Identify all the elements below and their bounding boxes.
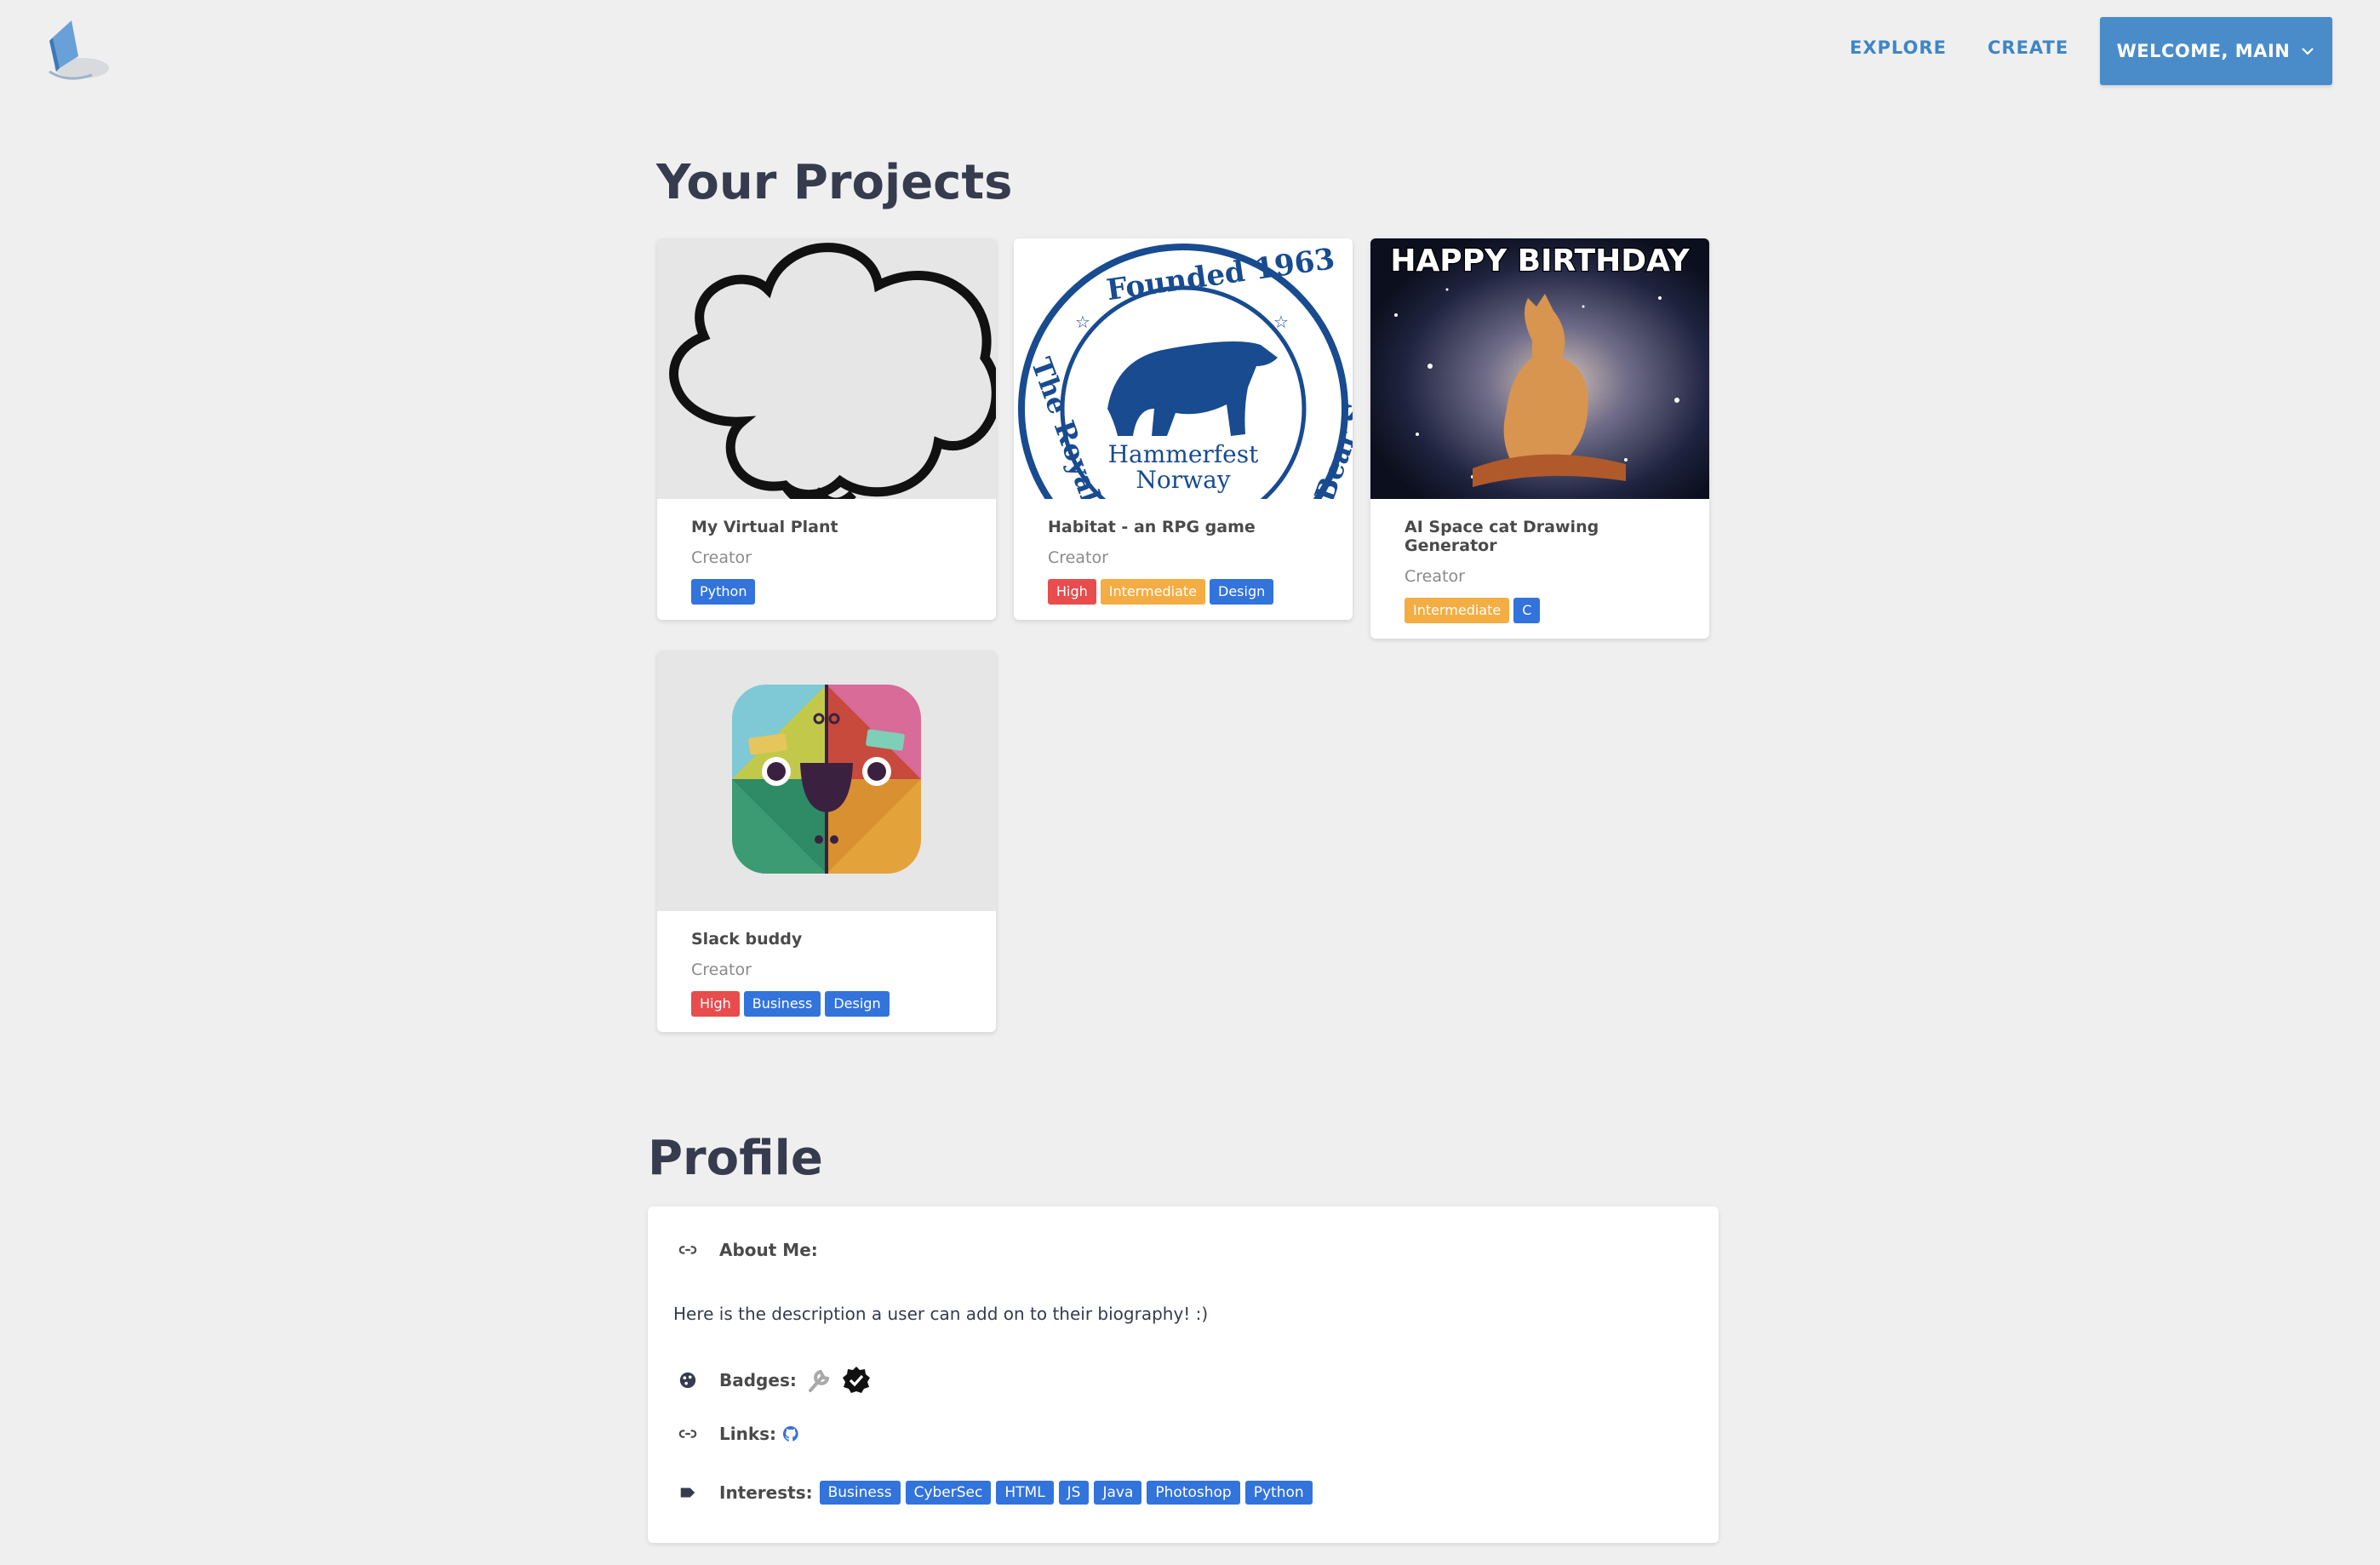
tag: Design bbox=[825, 991, 890, 1017]
link-icon bbox=[677, 1423, 699, 1445]
seal-town-text: Hammerfest bbox=[1108, 440, 1259, 468]
tag: Intermediate bbox=[1405, 598, 1510, 623]
interest-tag[interactable]: Photoshop bbox=[1147, 1481, 1240, 1505]
seal-country-text: Norway bbox=[1136, 466, 1230, 494]
interest-tag[interactable]: CyberSec bbox=[905, 1481, 992, 1505]
bio-text: Here is the description a user can add o… bbox=[673, 1304, 1209, 1324]
interests-label: Interests: bbox=[719, 1482, 813, 1503]
nav-create-link[interactable]: CREATE bbox=[1988, 37, 2068, 58]
project-role: Creator bbox=[1048, 548, 1108, 567]
tag: Design bbox=[1210, 579, 1274, 605]
github-icon[interactable] bbox=[781, 1425, 800, 1443]
laptop-logo-icon[interactable] bbox=[43, 15, 114, 87]
chevron-down-icon bbox=[2302, 48, 2314, 55]
user-menu-button[interactable]: WELCOME, MAIN bbox=[2100, 17, 2332, 85]
project-name: AI Space cat Drawing Generator bbox=[1405, 518, 1599, 555]
interest-tag[interactable]: HTML bbox=[996, 1481, 1054, 1505]
project-card[interactable]: HAPPY BIRTHDAY AI Space cat Drawing Gene… bbox=[1370, 238, 1709, 639]
about-row: About Me: bbox=[677, 1239, 818, 1261]
interest-tags: Business CyberSec HTML JS Java Photoshop… bbox=[819, 1481, 1313, 1505]
project-name: My Virtual Plant bbox=[691, 518, 838, 536]
interest-tag[interactable]: Business bbox=[819, 1481, 901, 1505]
projects-title: Your Projects bbox=[656, 155, 1013, 210]
project-name: Slack buddy bbox=[691, 930, 803, 949]
project-role: Creator bbox=[691, 960, 752, 979]
interest-tag[interactable]: JS bbox=[1058, 1481, 1090, 1505]
verified-check-badge-icon bbox=[842, 1367, 870, 1393]
nav-explore-link[interactable]: EXPLORE bbox=[1850, 37, 1947, 58]
palette-icon bbox=[677, 1369, 699, 1391]
tag: Intermediate bbox=[1100, 579, 1206, 605]
badges-row: Badges: bbox=[677, 1365, 872, 1396]
project-role: Creator bbox=[691, 548, 752, 567]
profile-box: About Me: Here is the description a user… bbox=[648, 1207, 1719, 1543]
tag: High bbox=[1048, 579, 1096, 605]
project-card[interactable]: Slack buddy Creator High Business Design bbox=[657, 651, 996, 1032]
project-tags: Python bbox=[691, 579, 962, 605]
link-icon bbox=[677, 1239, 699, 1261]
polar-bear-society-seal-image: Founded 1963 The Royal Bear Society Hamm… bbox=[1014, 238, 1353, 499]
links-label: Links: bbox=[719, 1424, 777, 1444]
project-tags: Intermediate C bbox=[1405, 598, 1675, 623]
cloud-outline-image bbox=[657, 238, 996, 499]
svg-text:☆: ☆ bbox=[1273, 312, 1289, 332]
badges-label: Badges: bbox=[719, 1370, 797, 1390]
project-tags: High Intermediate Design bbox=[1048, 579, 1319, 605]
tag: High bbox=[691, 991, 740, 1017]
tag: Business bbox=[743, 991, 821, 1017]
project-card[interactable]: Founded 1963 The Royal Bear Society Hamm… bbox=[1014, 238, 1353, 620]
tag: Python bbox=[691, 579, 756, 605]
tag: C bbox=[1513, 598, 1541, 623]
tag-icon bbox=[677, 1482, 699, 1504]
user-menu-label: WELCOME, MAIN bbox=[2116, 41, 2291, 61]
project-role: Creator bbox=[1405, 567, 1465, 586]
wrench-badge-icon bbox=[808, 1369, 830, 1392]
interests-row: Interests: Business CyberSec HTML JS Jav… bbox=[677, 1481, 1313, 1505]
links-row: Links: bbox=[677, 1423, 800, 1445]
svg-text:☆: ☆ bbox=[1075, 312, 1090, 332]
space-cat-meme-image: HAPPY BIRTHDAY bbox=[1370, 238, 1709, 499]
project-card[interactable]: My Virtual Plant Creator Python bbox=[657, 238, 996, 620]
project-tags: High Business Design bbox=[691, 991, 962, 1017]
profile-title: Profile bbox=[648, 1131, 823, 1186]
interest-tag[interactable]: Python bbox=[1244, 1481, 1313, 1505]
about-label: About Me: bbox=[719, 1240, 818, 1260]
navbar: EXPLORE CREATE WELCOME, MAIN bbox=[0, 0, 2380, 102]
project-name: Habitat - an RPG game bbox=[1048, 518, 1256, 536]
slack-buddy-face-image bbox=[657, 651, 996, 911]
meme-caption-text: HAPPY BIRTHDAY bbox=[1390, 244, 1690, 278]
interest-tag[interactable]: Java bbox=[1094, 1481, 1142, 1505]
